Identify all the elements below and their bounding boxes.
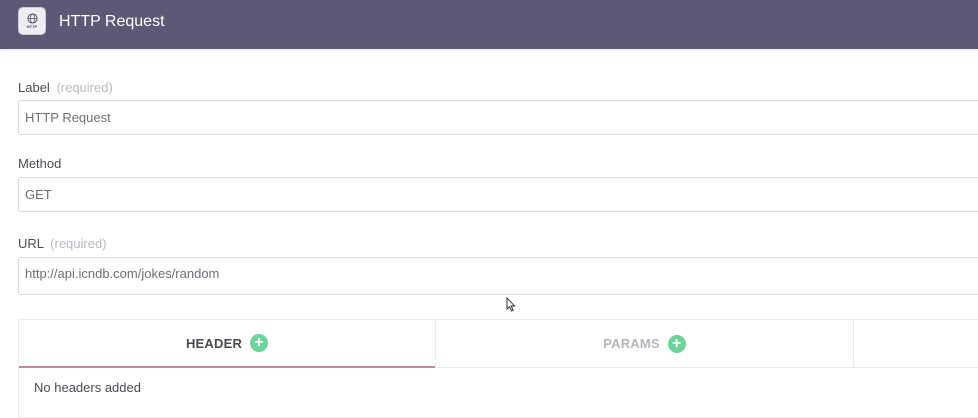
http-globe-icon: HTTP	[18, 7, 46, 35]
url-input[interactable]: http://api.icndb.com/jokes/random	[18, 257, 978, 295]
label-field-required-hint: (required)	[56, 80, 113, 95]
mouse-cursor-icon	[506, 297, 516, 312]
url-input-value: http://api.icndb.com/jokes/random	[25, 266, 220, 281]
empty-headers-message: No headers added	[34, 380, 141, 395]
label-field-label: Label (required)	[18, 80, 113, 95]
method-select-value: GET	[25, 187, 52, 202]
request-tabs-panel: HEADER + PARAMS + No headers added	[18, 319, 978, 418]
method-select[interactable]: GET	[18, 177, 978, 212]
url-field-label-text: URL	[18, 236, 44, 251]
method-field-label: Method	[18, 156, 61, 171]
app-header: HTTP HTTP Request	[0, 0, 978, 49]
tab-divider	[853, 320, 854, 367]
method-field-label-text: Method	[18, 156, 62, 171]
add-param-icon[interactable]: +	[667, 334, 686, 353]
label-input[interactable]: HTTP Request	[18, 100, 978, 135]
label-input-value: HTTP Request	[25, 110, 111, 125]
tab-params-label: PARAMS	[603, 336, 660, 351]
url-field-required-hint: (required)	[50, 236, 107, 251]
tab-params[interactable]: PARAMS +	[435, 320, 853, 367]
url-field-label: URL (required)	[18, 236, 107, 251]
page-title: HTTP Request	[59, 13, 165, 30]
tab-header-label: HEADER	[185, 335, 243, 351]
http-icon-text: HTTP	[26, 24, 38, 29]
tab-bar: HEADER + PARAMS +	[19, 320, 978, 368]
globe-icon	[26, 13, 38, 24]
tab-header[interactable]: HEADER +	[19, 320, 435, 368]
label-field-label-text: Label	[18, 80, 50, 95]
add-header-icon[interactable]: +	[250, 334, 269, 352]
